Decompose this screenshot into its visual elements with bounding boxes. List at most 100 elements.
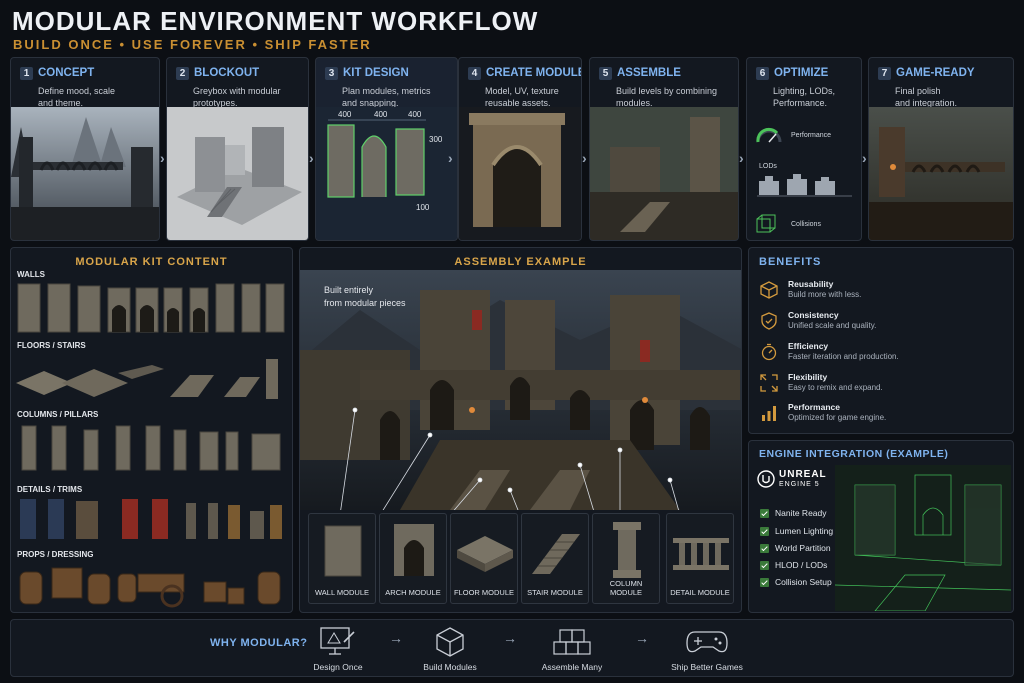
page-subtitle: BUILD ONCE • USE FOREVER • SHIP FASTER — [13, 37, 372, 52]
game-ready-scene-image — [869, 107, 1013, 240]
stone-arch-module-image — [459, 107, 581, 240]
prop-pieces-row — [19, 567, 281, 608]
feature-label: Lumen Lighting — [775, 526, 834, 536]
chevron-right-icon: › — [160, 150, 165, 166]
step-number: 5 — [599, 67, 612, 80]
step-title: CREATE MODULES — [486, 67, 581, 79]
chevron-right-icon: › — [582, 150, 587, 166]
kit-design-diagram: 400 400 400 300 100 — [316, 107, 457, 240]
step-concept: 1 CONCEPT Define mood, scale and theme. — [10, 57, 160, 241]
infographic: MODULAR ENVIRONMENT WORKFLOW BUILD ONCE … — [0, 0, 1024, 683]
assembly-note: Built entirely from modular pieces — [324, 285, 406, 308]
step-blockout: 2 BLOCKOUT Greybox with modular prototype… — [166, 57, 309, 241]
module-label: STAIR MODULE — [527, 588, 583, 597]
arch-module-card[interactable]: ARCH MODULE — [379, 513, 447, 604]
blockout-image — [167, 107, 308, 240]
benefits-title: BENEFITS — [759, 256, 822, 268]
feature-label: Nanite Ready — [775, 508, 827, 518]
step-number: 1 — [20, 67, 33, 80]
benefit-title: Performance — [788, 402, 840, 412]
stopwatch-icon — [761, 343, 777, 361]
collisions-label: Collisions — [791, 221, 821, 228]
step-kit-design: 3 KIT DESIGN Plan modules, metrics and sn… — [315, 57, 458, 241]
box-icon — [760, 281, 778, 299]
module-label: FLOOR MODULE — [453, 588, 514, 597]
kit-category-floors-stairs: FLOORS / STAIRS — [17, 341, 86, 350]
step-number: 3 — [325, 67, 338, 80]
benefit-performance: Performance Optimized for game engine. — [760, 402, 1010, 430]
arrow-right-icon: → — [635, 630, 649, 646]
kit-category-details-trims: DETAILS / TRIMS — [17, 485, 83, 494]
check-icon — [760, 578, 769, 588]
logo-text-unreal: UNREAL — [779, 469, 827, 480]
monitor-pen-icon — [320, 627, 355, 655]
logo-text-engine: ENGINE 5 — [779, 481, 820, 488]
dimension-label: 400 — [338, 110, 352, 119]
feature-label: World Partition — [775, 543, 831, 553]
feature-world-partition: World Partition — [760, 543, 880, 557]
floor-module-card[interactable]: FLOOR MODULE — [450, 513, 518, 604]
floor-module-image — [457, 536, 513, 572]
arch-module-image — [394, 524, 434, 576]
stair-module-image — [532, 534, 580, 574]
balustrade-module-image — [673, 538, 729, 570]
benefit-description: Easy to remix and expand. — [788, 383, 883, 392]
engine-title: ENGINE INTEGRATION (EXAMPLE) — [759, 448, 949, 460]
cube-icon — [436, 627, 464, 657]
why-assemble-many: Assemble Many — [527, 624, 617, 674]
module-label: DETAIL MODULE — [670, 588, 730, 597]
step-title: BLOCKOUT — [194, 67, 260, 79]
shield-icon — [761, 312, 777, 330]
step-description: Final polish and integration. — [895, 86, 958, 108]
dimension-label: 400 — [374, 110, 388, 119]
benefit-description: Build more with less. — [788, 290, 862, 299]
kit-category-walls: WALLS — [17, 270, 45, 279]
check-icon — [760, 527, 769, 537]
benefit-description: Unified scale and quality. — [788, 321, 877, 330]
step-title: CONCEPT — [38, 67, 95, 79]
step-number: 2 — [176, 67, 189, 80]
dimension-label: 400 — [408, 110, 422, 119]
assembly-title: ASSEMBLY EXAMPLE — [454, 256, 587, 268]
dimension-label: 100 — [416, 203, 430, 212]
why-ship-better-games: Ship Better Games — [657, 624, 757, 674]
wall-module-card[interactable]: WALL MODULE — [308, 513, 376, 604]
feature-label: Collision Setup — [775, 577, 832, 587]
why-build-modules: Build Modules — [405, 624, 495, 674]
stacked-cubes-icon — [553, 629, 591, 655]
arrow-right-icon: → — [503, 630, 517, 646]
column-pieces-row — [21, 425, 281, 471]
step-title: ASSEMBLE — [617, 67, 681, 79]
chevron-right-icon: › — [739, 150, 744, 166]
detail-pieces-row — [20, 499, 282, 539]
performance-label: Performance — [791, 132, 832, 139]
benefit-efficiency: Efficiency Faster iteration and producti… — [760, 341, 1010, 369]
module-label: ARCH MODULE — [385, 588, 441, 597]
benefit-flexibility: Flexibility Easy to remix and expand. — [760, 372, 1010, 400]
benefit-title: Flexibility — [788, 372, 828, 382]
detail-module-card[interactable]: DETAIL MODULE — [666, 513, 734, 604]
step-title: OPTIMIZE — [774, 67, 829, 79]
step-description: Build levels by combining modules. — [616, 86, 718, 108]
arrow-right-icon: → — [389, 630, 403, 646]
feature-collision: Collision Setup — [760, 577, 880, 591]
step-assemble: 5 ASSEMBLE Build levels by combining modu… — [589, 57, 739, 241]
column-module-card[interactable]: COLUMN MODULE — [592, 513, 660, 604]
feature-hlod: HLOD / LODs — [760, 560, 880, 574]
collision-cube-icon — [756, 214, 776, 233]
column-module-image — [613, 522, 641, 578]
step-title: KIT DESIGN — [343, 67, 409, 79]
benefit-title: Consistency — [788, 310, 839, 320]
concept-art-image — [11, 107, 159, 240]
why-design-once: Design Once — [293, 624, 383, 674]
stair-module-card[interactable]: STAIR MODULE — [521, 513, 589, 604]
kit-category-props-dressing: PROPS / DRESSING — [17, 550, 94, 559]
chevron-right-icon: › — [309, 150, 314, 166]
lods-label: LODs — [759, 163, 777, 170]
why-item-label: Design Once — [313, 662, 363, 672]
step-description: Greybox with modular prototypes. — [193, 86, 281, 108]
step-number: 7 — [878, 67, 891, 80]
step-game-ready: 7 GAME-READY Final polish and integration… — [868, 57, 1014, 241]
kit-content-title: MODULAR KIT CONTENT — [75, 256, 228, 268]
why-item-label: Ship Better Games — [671, 662, 743, 672]
